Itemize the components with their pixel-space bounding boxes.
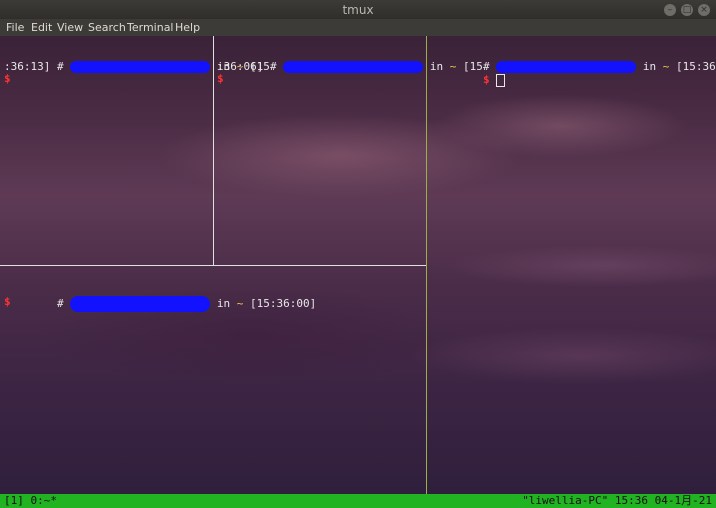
tmux-status-bar: [1] 0:~* "liwellia-PC" 15:36 04-1月-21 xyxy=(0,494,716,508)
menu-file[interactable]: File xyxy=(6,21,24,34)
close-icon[interactable]: × xyxy=(698,4,710,16)
maximize-icon[interactable]: □ xyxy=(681,4,693,16)
redacted-user-host xyxy=(496,61,637,73)
prompt-time-wrap: :36:13] xyxy=(4,60,51,73)
prompt-dir: ~ xyxy=(236,297,244,310)
tmux-session[interactable]: # in ~ [15 :36:13] $ # in ~ [15 :36:06] … xyxy=(0,36,716,494)
prompt-hash: # xyxy=(56,297,64,310)
shell-prompt: $ xyxy=(4,72,11,85)
shell-prompt: $ xyxy=(217,72,224,85)
prompt-time-wrap: :36:06] xyxy=(217,60,264,73)
prompt-time: [15:36:00] xyxy=(249,297,317,310)
redacted-user-host xyxy=(283,61,424,73)
menu-edit[interactable]: Edit xyxy=(31,21,52,34)
menu-help[interactable]: Help xyxy=(175,21,200,34)
pane-border-horizontal xyxy=(0,265,426,266)
prompt-in: in xyxy=(216,297,231,310)
pane-border-vertical-right xyxy=(426,36,427,494)
redacted-user-host xyxy=(70,61,211,73)
terminal-window: tmux – □ × File Edit View Search Termina… xyxy=(0,0,716,508)
status-window-list[interactable]: [1] 0:~* xyxy=(4,494,57,508)
menu-view[interactable]: View xyxy=(57,21,83,34)
prompt-dir: ~ xyxy=(662,60,670,73)
prompt-hash: # xyxy=(56,60,64,73)
prompt-in: in xyxy=(642,60,657,73)
minimize-icon[interactable]: – xyxy=(664,4,676,16)
text-cursor xyxy=(496,73,506,87)
prompt-hash: # xyxy=(269,60,277,73)
prompt-time: [15:36:19] xyxy=(675,60,716,73)
menu-terminal[interactable]: Terminal xyxy=(127,21,174,34)
status-host-time: "liwellia-PC" 15:36 04-1月-21 xyxy=(522,494,712,507)
shell-prompt: $ xyxy=(4,295,11,308)
title-bar[interactable]: tmux – □ × xyxy=(0,0,716,19)
window-title: tmux xyxy=(342,3,374,17)
menu-bar: File Edit View Search Terminal Help xyxy=(0,19,716,36)
shell-prompt: $ xyxy=(482,73,490,86)
menu-search[interactable]: Search xyxy=(88,21,126,34)
redacted-user-host xyxy=(70,296,211,312)
